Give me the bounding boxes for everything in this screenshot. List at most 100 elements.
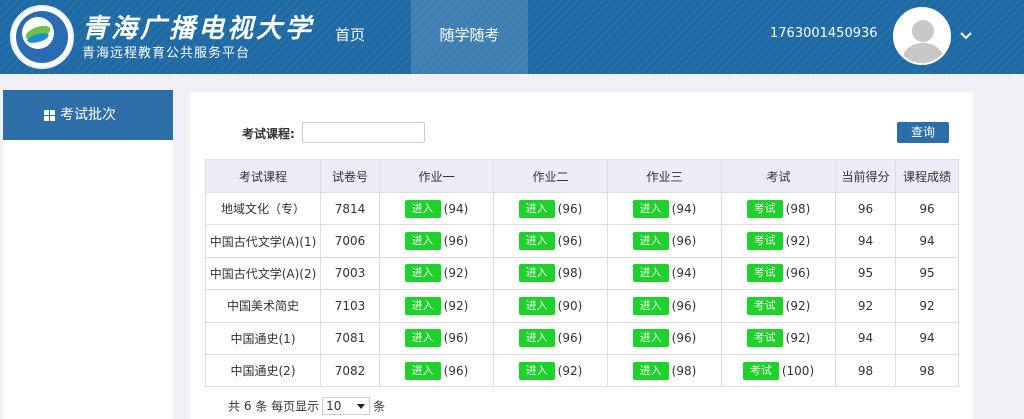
column-header: 作业三 <box>607 159 722 193</box>
homework1-score: (92) <box>443 266 469 281</box>
nav-home[interactable]: 首页 <box>300 0 400 74</box>
brand-title: 青海广播电视大学 <box>82 14 315 44</box>
enter-homework2-button[interactable]: 进入 <box>518 296 555 315</box>
pagination-footer: 共 6 条 每页显示 10 条 <box>228 397 385 415</box>
enter-homework3-button[interactable]: 进入 <box>632 264 669 283</box>
course-name: 中国古代文学(A)(2) <box>205 256 321 291</box>
current-score: 92 <box>835 289 896 323</box>
user-id: 1763001450936 <box>770 26 878 41</box>
take-exam-button[interactable]: 考试 <box>742 361 779 380</box>
take-exam-button[interactable]: 考试 <box>746 329 783 348</box>
table-row: 中国美术简史 7103 进入 (92) 进入 (90) 进入 (96) 考试 (92) … <box>205 289 959 323</box>
total-prefix: 共 <box>228 399 241 414</box>
homework3-score: (96) <box>671 234 697 249</box>
enter-homework3-button[interactable]: 进入 <box>632 199 669 218</box>
exam-score: (92) <box>785 331 811 346</box>
course-grade: 95 <box>895 256 959 291</box>
table-row: 中国古代文学(A)(1) 7006 进入 (96) 进入 (96) 进入 (96) 考… <box>205 224 959 258</box>
take-exam-button[interactable]: 考试 <box>746 296 783 315</box>
total-count: 6 <box>243 399 252 413</box>
exam-score: (92) <box>785 298 811 313</box>
table-row: 地域文化（专） 7814 进入 (94) 进入 (96) 进入 (94) 考试 (98)… <box>205 191 959 226</box>
exam-score: (92) <box>785 234 811 249</box>
brand-subtitle: 青海远程教育公共服务平台 <box>82 46 251 61</box>
exam-table: 考试课程 试卷号 作业一 作业二 作业三 考试 当前得分 课程成绩 地域文化（专… <box>205 159 959 388</box>
sidebar-item-label: 考试批次 <box>60 107 116 123</box>
course-name: 中国通史(2) <box>205 353 321 388</box>
course-name: 中国通史(1) <box>205 321 321 355</box>
paper-number: 7006 <box>320 224 380 258</box>
column-header: 课程成绩 <box>895 159 959 193</box>
current-score: 95 <box>835 256 896 291</box>
take-exam-button[interactable]: 考试 <box>746 232 783 251</box>
query-button[interactable]: 查询 <box>897 122 949 143</box>
course-grade: 96 <box>895 191 959 226</box>
column-header: 试卷号 <box>320 159 380 193</box>
enter-homework2-button[interactable]: 进入 <box>518 232 555 251</box>
enter-homework1-button[interactable]: 进入 <box>404 361 441 380</box>
course-name: 地域文化（专） <box>205 191 321 226</box>
homework3-score: (94) <box>671 266 697 281</box>
avatar[interactable] <box>893 7 951 65</box>
exam-score: (100) <box>781 363 815 378</box>
table-row: 中国通史(1) 7081 进入 (96) 进入 (96) 进入 (96) 考试 (92)… <box>205 321 959 355</box>
homework1-score: (96) <box>443 363 469 378</box>
table-header-row: 考试课程 试卷号 作业一 作业二 作业三 考试 当前得分 课程成绩 <box>205 159 959 193</box>
current-score: 94 <box>835 321 896 355</box>
homework1-score: (92) <box>443 298 469 313</box>
course-grade: 98 <box>895 353 959 388</box>
nav-study-exam[interactable]: 随学随考 <box>411 0 528 74</box>
homework2-score: (92) <box>557 363 583 378</box>
top-header: 青海广播电视大学 青海远程教育公共服务平台 首页 随学随考 1763001450… <box>0 0 1024 74</box>
column-header: 作业二 <box>493 159 608 193</box>
paper-number: 7814 <box>320 191 380 226</box>
enter-homework2-button[interactable]: 进入 <box>518 361 555 380</box>
enter-homework1-button[interactable]: 进入 <box>404 296 441 315</box>
paper-number: 7081 <box>320 321 380 355</box>
homework2-score: (90) <box>557 298 583 313</box>
homework1-score: (94) <box>443 201 469 216</box>
take-exam-button[interactable]: 考试 <box>746 199 783 218</box>
enter-homework1-button[interactable]: 进入 <box>404 264 441 283</box>
exam-score: (98) <box>785 201 811 216</box>
homework2-score: (98) <box>557 266 583 281</box>
enter-homework1-button[interactable]: 进入 <box>404 232 441 251</box>
sidebar-item-exam-batch[interactable]: 考试批次 <box>3 90 173 140</box>
enter-homework2-button[interactable]: 进入 <box>518 329 555 348</box>
enter-homework3-button[interactable]: 进入 <box>632 296 669 315</box>
homework1-score: (96) <box>443 331 469 346</box>
paper-number: 7003 <box>320 256 380 291</box>
university-logo <box>10 5 74 69</box>
exam-score: (96) <box>785 266 811 281</box>
homework2-score: (96) <box>557 331 583 346</box>
enter-homework1-button[interactable]: 进入 <box>404 199 441 218</box>
column-header: 考试课程 <box>205 159 321 193</box>
homework1-score: (96) <box>443 234 469 249</box>
homework2-score: (96) <box>557 201 583 216</box>
enter-homework3-button[interactable]: 进入 <box>632 361 669 380</box>
page-size-select[interactable]: 10 <box>322 397 371 415</box>
enter-homework3-button[interactable]: 进入 <box>632 329 669 348</box>
homework3-score: (98) <box>671 363 697 378</box>
page-size-suffix: 条 <box>373 399 386 414</box>
dropdown-arrow-icon <box>357 404 366 409</box>
column-header: 考试 <box>721 159 836 193</box>
take-exam-button[interactable]: 考试 <box>746 264 783 283</box>
course-grade: 94 <box>895 224 959 258</box>
enter-homework3-button[interactable]: 进入 <box>632 232 669 251</box>
homework3-score: (96) <box>671 298 697 313</box>
grid-icon <box>44 110 55 121</box>
table-row: 中国古代文学(A)(2) 7003 进入 (92) 进入 (98) 进入 (94) 考… <box>205 256 959 291</box>
paper-number: 7103 <box>320 289 380 323</box>
course-search-input[interactable] <box>302 122 425 143</box>
enter-homework1-button[interactable]: 进入 <box>404 329 441 348</box>
page-size-value: 10 <box>326 399 342 413</box>
enter-homework2-button[interactable]: 进入 <box>518 264 555 283</box>
main-panel: 考试课程: 查询 考试课程 试卷号 作业一 作业二 作业三 考试 当前得分 课程… <box>190 92 973 419</box>
chevron-down-icon[interactable] <box>958 28 974 44</box>
current-score: 98 <box>835 353 896 388</box>
enter-homework2-button[interactable]: 进入 <box>518 199 555 218</box>
homework3-score: (96) <box>671 331 697 346</box>
current-score: 96 <box>835 191 896 226</box>
table-row: 中国通史(2) 7082 进入 (96) 进入 (92) 进入 (98) 考试 (100… <box>205 353 959 388</box>
